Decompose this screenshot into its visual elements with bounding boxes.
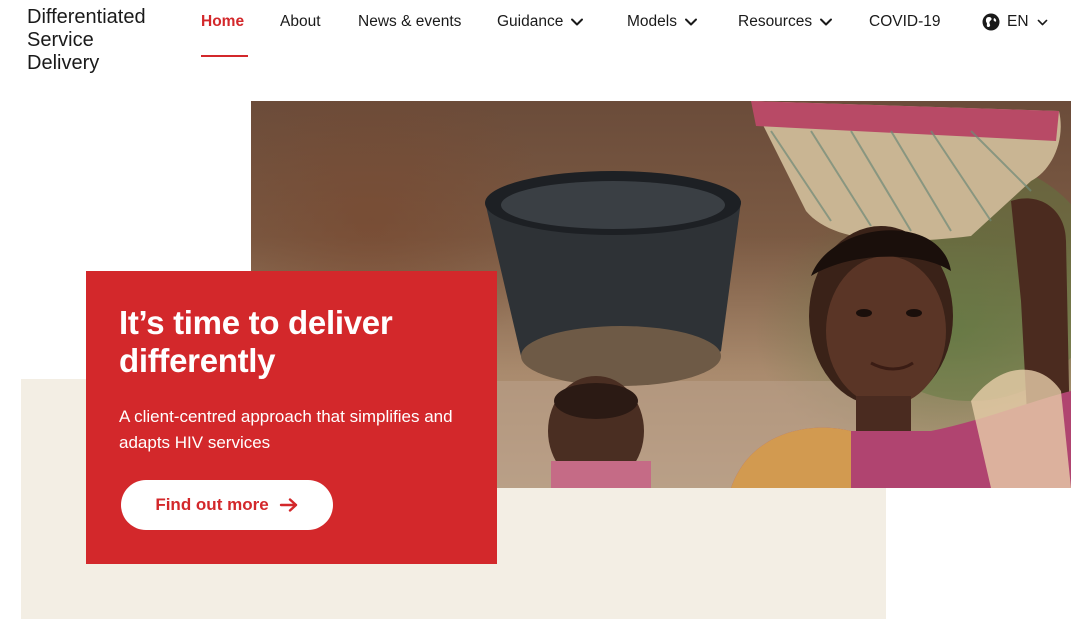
chevron-down-icon [1036,16,1049,29]
globe-icon [982,13,1000,31]
nav-item-label: Models [627,13,677,30]
language-label: EN [1007,13,1029,30]
nav-item-about[interactable]: About [280,13,321,31]
find-out-more-label: Find out more [155,495,269,514]
nav-item-label: Resources [738,13,813,30]
nav-item-home[interactable]: Home [201,13,244,31]
nav-item-label: About [280,13,321,30]
nav-item-label: COVID-19 [869,13,941,30]
nav-item-guidance[interactable]: Guidance [497,13,585,31]
chevron-down-icon [818,14,834,30]
nav-item-models[interactable]: Models [627,13,699,31]
find-out-more-button[interactable]: Find out more [121,480,333,530]
nav-item-covid-19[interactable]: COVID-19 [869,13,941,31]
nav-item-news-events[interactable]: News & events [358,13,461,31]
nav-item-resources[interactable]: Resources [738,13,834,31]
hero-card: It’s time to deliver differently A clien… [86,271,497,564]
arrow-right-icon [279,497,299,513]
hero-subtitle: A client-centred approach that simplifie… [119,407,453,452]
nav-item-label: Home [201,13,245,30]
chevron-down-icon [683,14,699,30]
chevron-down-icon [569,14,585,30]
hero-title: It’s time to deliver differently [119,304,393,379]
language-selector[interactable]: EN [982,13,1049,31]
nav-item-label: Guidance [497,13,564,30]
main-nav: Home About News & events Guidance Models… [0,0,1071,60]
active-nav-underline [201,55,248,57]
nav-item-label: News & events [358,13,462,30]
